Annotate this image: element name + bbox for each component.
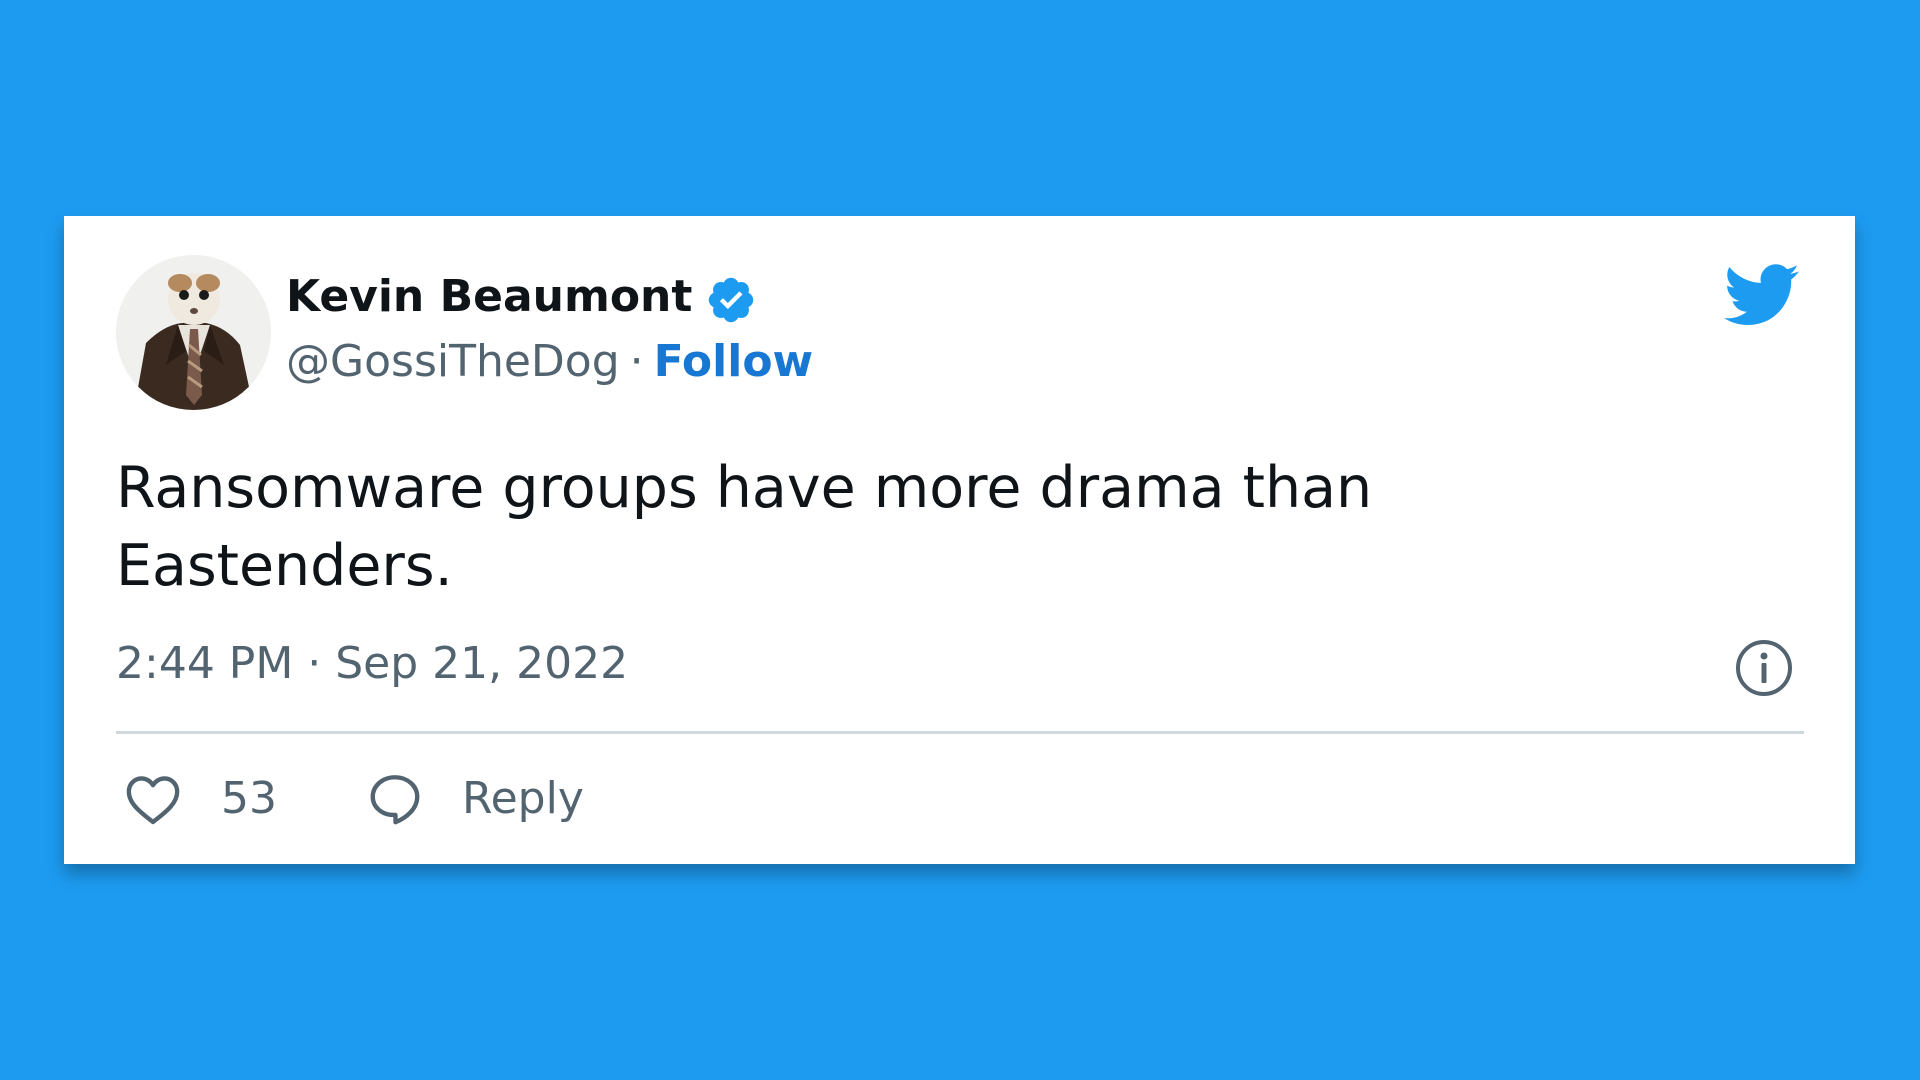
author-name[interactable]: Kevin Beaumont — [286, 275, 692, 319]
reply-button[interactable]: Reply — [462, 777, 584, 821]
handle-line: @GossiTheDog · Follow — [286, 340, 813, 384]
follow-link[interactable]: Follow — [654, 336, 814, 387]
speech-bubble-icon[interactable] — [366, 770, 424, 828]
avatar-image — [116, 255, 271, 410]
twitter-bird-icon[interactable] — [1724, 264, 1800, 326]
tweet-timestamp[interactable]: 2:44 PM · Sep 21, 2022 — [116, 642, 628, 686]
heart-icon[interactable] — [124, 771, 182, 827]
divider — [116, 731, 1804, 734]
verified-badge-icon — [708, 277, 754, 323]
author-handle[interactable]: @GossiTheDog — [286, 336, 620, 387]
tweet-card: Kevin Beaumont @GossiTheDog · Follow Ranso… — [64, 216, 1855, 864]
info-icon[interactable] — [1734, 638, 1794, 698]
avatar[interactable] — [116, 255, 271, 410]
tweet-text: Ransomware groups have more drama than E… — [116, 455, 1373, 599]
like-count: 53 — [221, 773, 277, 824]
handle-separator: · — [629, 336, 644, 387]
